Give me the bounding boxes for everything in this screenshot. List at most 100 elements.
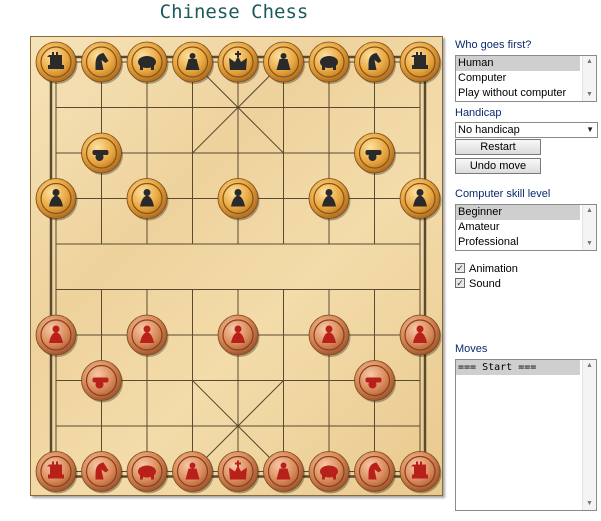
pawn-head-icon xyxy=(325,325,333,333)
handicap-label: Handicap xyxy=(455,107,502,119)
red-soldier-piece[interactable] xyxy=(217,314,260,357)
pawn-head-icon xyxy=(143,325,151,333)
black-soldier-piece[interactable] xyxy=(399,178,442,221)
sound-checkbox[interactable]: ✓ xyxy=(455,278,465,289)
scroll-down-icon[interactable]: ▼ xyxy=(583,89,596,101)
red-chariot-piece[interactable] xyxy=(399,451,442,494)
red-elephant-piece[interactable] xyxy=(126,451,169,494)
skill-option-amateur[interactable]: Amateur xyxy=(456,220,580,235)
who-first-option-computer[interactable]: Computer xyxy=(456,71,580,86)
red-soldier-piece[interactable] xyxy=(399,314,442,357)
game-board[interactable] xyxy=(30,36,443,496)
handicap-section: Handicap No handicap ▼ xyxy=(455,107,598,138)
animation-checkbox[interactable]: ✓ xyxy=(455,263,465,274)
moves-label: Moves xyxy=(455,343,488,355)
restart-button[interactable]: Restart xyxy=(455,139,541,155)
handicap-select[interactable]: No handicap ▼ xyxy=(455,122,598,138)
sound-label: Sound xyxy=(469,278,501,290)
skill-option-professional[interactable]: Professional xyxy=(456,235,580,250)
elephant-leg-icon xyxy=(333,65,336,70)
crown-cross-icon xyxy=(235,53,241,55)
advisor-head-icon xyxy=(280,462,287,469)
red-horse-piece[interactable] xyxy=(81,451,124,494)
scroll-up-icon[interactable]: ▲ xyxy=(583,205,596,217)
elephant-leg-icon xyxy=(140,65,143,70)
black-cannon-piece[interactable] xyxy=(354,132,397,175)
black-soldier-piece[interactable] xyxy=(126,178,169,221)
chevron-down-icon: ▼ xyxy=(586,125,594,134)
handicap-value: No handicap xyxy=(458,124,520,136)
black-chariot-piece[interactable] xyxy=(35,41,78,84)
skill-label: Computer skill level xyxy=(455,188,551,200)
red-soldier-piece[interactable] xyxy=(308,314,351,357)
red-soldier-piece[interactable] xyxy=(126,314,169,357)
who-first-listbox[interactable]: Human Computer Play without computer ▲ ▼ xyxy=(455,55,597,102)
who-first-option-human[interactable]: Human xyxy=(456,56,580,71)
scroll-down-icon[interactable]: ▼ xyxy=(583,238,596,250)
pawn-head-icon xyxy=(143,189,151,196)
animation-toggle[interactable]: ✓ Animation xyxy=(455,262,597,277)
who-first-label: Who goes first? xyxy=(455,39,532,51)
red-elephant-piece[interactable] xyxy=(308,451,351,494)
move-entry[interactable]: === Start === xyxy=(456,360,580,375)
black-advisor-piece[interactable] xyxy=(263,41,306,84)
red-chariot-piece[interactable] xyxy=(35,451,78,494)
black-soldier-piece[interactable] xyxy=(217,178,260,221)
elephant-leg-icon xyxy=(333,474,336,480)
red-general-piece[interactable] xyxy=(217,451,260,494)
black-soldier-piece[interactable] xyxy=(308,178,351,221)
red-advisor-piece[interactable] xyxy=(172,451,215,494)
chariot-base-icon xyxy=(48,65,64,69)
moves-scrollbar[interactable]: ▲ ▼ xyxy=(582,360,596,510)
pawn-head-icon xyxy=(416,189,424,196)
pawn-head-icon xyxy=(52,325,60,333)
advisor-head-icon xyxy=(189,462,196,469)
cannon-wheel-icon xyxy=(95,380,104,389)
chariot-base-icon xyxy=(412,474,428,479)
skill-option-beginner[interactable]: Beginner xyxy=(456,205,580,220)
black-soldier-piece[interactable] xyxy=(35,178,78,221)
black-horse-piece[interactable] xyxy=(81,41,124,84)
board-grid[interactable] xyxy=(31,37,444,497)
red-horse-piece[interactable] xyxy=(354,451,397,494)
black-chariot-piece[interactable] xyxy=(399,41,442,84)
black-horse-piece[interactable] xyxy=(354,41,397,84)
scroll-up-icon[interactable]: ▲ xyxy=(583,360,596,372)
undo-move-button[interactable]: Undo move xyxy=(455,158,541,174)
chariot-base-icon xyxy=(412,65,428,69)
elephant-leg-icon xyxy=(151,474,154,480)
red-cannon-piece[interactable] xyxy=(81,360,124,403)
sound-toggle[interactable]: ✓ Sound xyxy=(455,277,597,292)
skill-listbox[interactable]: Beginner Amateur Professional ▲ ▼ xyxy=(455,204,597,251)
who-first-scrollbar[interactable]: ▲ ▼ xyxy=(582,56,596,101)
black-advisor-piece[interactable] xyxy=(172,41,215,84)
black-elephant-piece[interactable] xyxy=(126,41,169,84)
black-cannon-piece[interactable] xyxy=(81,132,124,175)
pawn-head-icon xyxy=(52,189,60,196)
red-soldier-piece[interactable] xyxy=(35,314,78,357)
cannon-wheel-icon xyxy=(368,153,377,161)
skill-scrollbar[interactable]: ▲ ▼ xyxy=(582,205,596,250)
chariot-base-icon xyxy=(48,474,64,479)
advisor-head-icon xyxy=(280,53,287,59)
black-elephant-piece[interactable] xyxy=(308,41,351,84)
advisor-head-icon xyxy=(189,53,196,59)
red-cannon-piece[interactable] xyxy=(354,360,397,403)
elephant-leg-icon xyxy=(140,474,143,480)
options-section: ✓ Animation ✓ Sound xyxy=(455,262,597,292)
pawn-head-icon xyxy=(234,325,242,333)
elephant-leg-icon xyxy=(322,474,325,480)
pawn-head-icon xyxy=(325,189,333,196)
scroll-down-icon[interactable]: ▼ xyxy=(583,498,596,510)
pawn-head-icon xyxy=(416,325,424,333)
who-first-option-no-computer[interactable]: Play without computer xyxy=(456,86,580,101)
black-general-piece[interactable] xyxy=(217,41,260,84)
moves-listbox[interactable]: === Start === ▲ ▼ xyxy=(455,359,597,511)
skill-section: Computer skill level Beginner Amateur Pr… xyxy=(455,188,597,251)
moves-section: Moves === Start === ▲ ▼ xyxy=(455,343,597,511)
red-advisor-piece[interactable] xyxy=(263,451,306,494)
animation-label: Animation xyxy=(469,263,518,275)
scroll-up-icon[interactable]: ▲ xyxy=(583,56,596,68)
page-title: Chinese Chess xyxy=(159,1,309,23)
cannon-wheel-icon xyxy=(368,380,377,389)
